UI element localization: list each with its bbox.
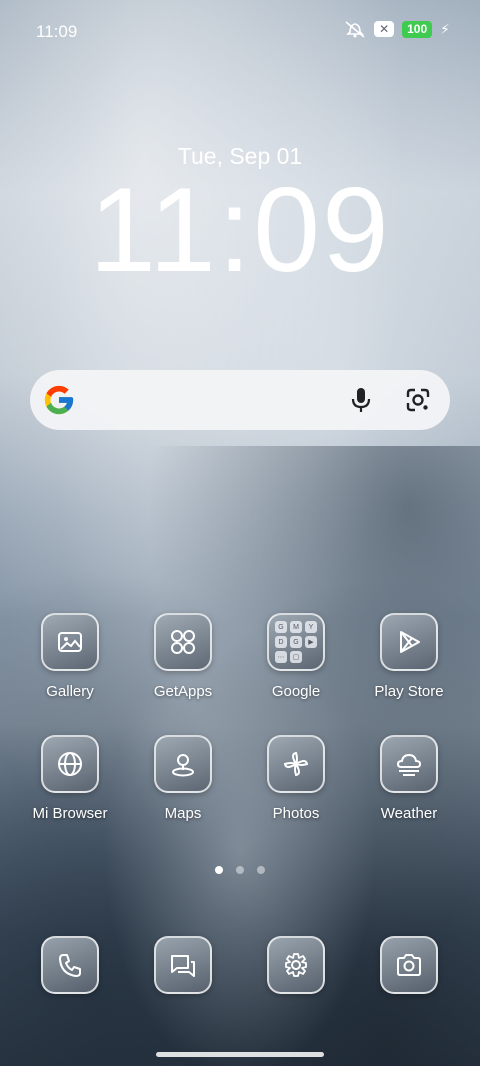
home-gesture-bar[interactable] xyxy=(156,1052,324,1057)
ringer-off-icon xyxy=(344,20,366,38)
google-search-bar[interactable] xyxy=(30,370,450,430)
page-dot-2[interactable] xyxy=(236,866,244,874)
folder-mini-app: ⋯ xyxy=(275,651,287,663)
app-label: Gallery xyxy=(46,683,94,700)
app-maps[interactable]: Maps xyxy=(123,735,243,822)
microphone-icon[interactable] xyxy=(348,386,374,419)
status-time: 11:09 xyxy=(36,22,78,41)
folder-mini-app: ▶ xyxy=(305,636,317,648)
phone-icon xyxy=(41,936,99,994)
app-label: Google xyxy=(271,683,321,700)
messages-icon xyxy=(154,936,212,994)
gallery-icon xyxy=(41,613,99,671)
folder-mini-app: D xyxy=(275,636,287,648)
app-label: Mi Browser xyxy=(32,805,108,822)
globe-icon xyxy=(41,735,99,793)
map-pin-icon xyxy=(154,735,212,793)
cloud-sun-icon xyxy=(380,735,438,793)
folder-mini-app: G xyxy=(290,636,302,648)
page-dot-3[interactable] xyxy=(257,866,265,874)
app-mi-browser[interactable]: Mi Browser xyxy=(10,735,130,822)
page-dot-1[interactable] xyxy=(215,866,223,874)
folder-google[interactable]: G M Y D G ▶ ⋯ ▢ Google xyxy=(236,613,356,700)
camera-icon xyxy=(380,936,438,994)
app-photos[interactable]: Photos xyxy=(236,735,356,822)
lens-camera-icon[interactable] xyxy=(404,386,432,419)
clock-widget[interactable]: 11:09 xyxy=(0,170,480,290)
pinwheel-icon xyxy=(267,735,325,793)
app-label: Play Store xyxy=(374,683,444,700)
app-gallery[interactable]: Gallery xyxy=(10,613,130,700)
status-bar: 11:09 ✕ 100 ⚡ xyxy=(0,0,480,62)
dock-settings[interactable] xyxy=(236,936,356,994)
app-weather[interactable]: Weather xyxy=(349,735,469,822)
four-circles-icon xyxy=(154,613,212,671)
page-indicator[interactable] xyxy=(0,866,480,874)
dock-phone[interactable] xyxy=(10,936,130,994)
play-triangle-icon xyxy=(380,613,438,671)
google-g-icon xyxy=(42,383,76,422)
app-getapps[interactable]: GetApps xyxy=(123,613,243,700)
charging-icon: ⚡ xyxy=(440,20,450,37)
dock-messages[interactable] xyxy=(123,936,243,994)
folder-mini-app: G xyxy=(275,621,287,633)
app-label: Photos xyxy=(272,805,320,822)
app-play-store[interactable]: Play Store xyxy=(349,613,469,700)
app-label: GetApps xyxy=(153,683,213,700)
app-label: Maps xyxy=(164,805,202,822)
settings-gear-icon xyxy=(267,936,325,994)
battery-icon: 100 xyxy=(402,20,433,38)
x-notification-icon: ✕ xyxy=(374,21,395,37)
folder-mini-app: ▢ xyxy=(290,651,302,663)
app-label: Weather xyxy=(380,805,438,822)
dock-camera[interactable] xyxy=(349,936,469,994)
folder-icon: G M Y D G ▶ ⋯ ▢ xyxy=(267,613,325,671)
folder-mini-app: M xyxy=(290,621,302,633)
status-icons: ✕ 100 ⚡ xyxy=(344,20,450,38)
folder-mini-app: Y xyxy=(305,621,317,633)
